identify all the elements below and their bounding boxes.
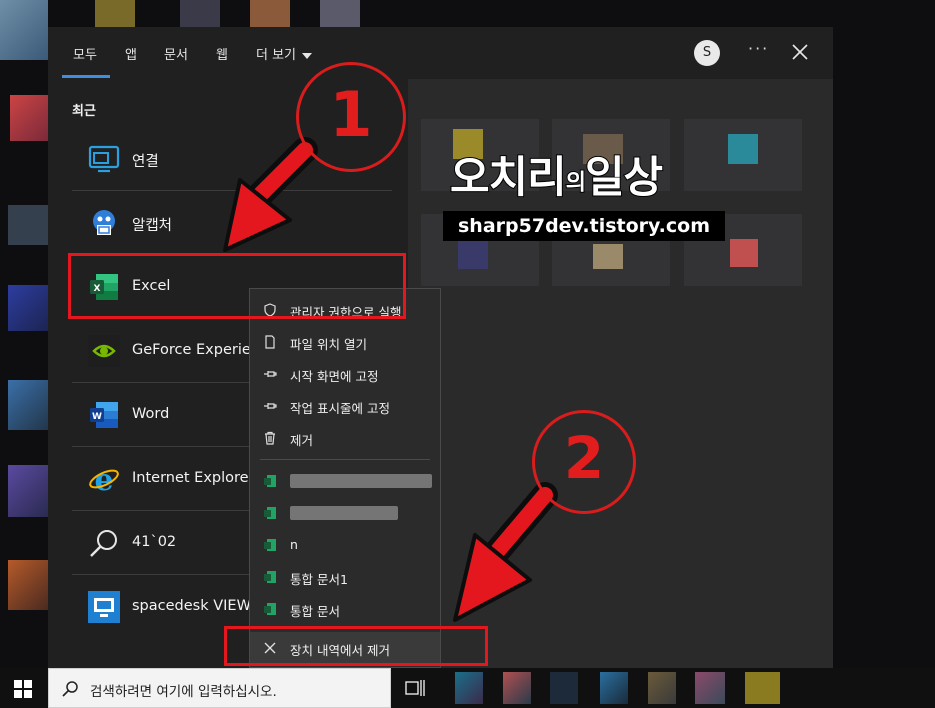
watermark-url: sharp57dev.tistory.com <box>443 211 725 241</box>
annotation-arrow-1 <box>223 137 318 252</box>
watermark-title-b: 의 <box>565 170 587 197</box>
annotation-arrows <box>223 137 558 622</box>
watermark-title-c: 일상 <box>584 152 664 204</box>
watermark-title: 오치리의일상 <box>449 143 664 205</box>
watermark-title-a: 오치리 <box>449 152 568 204</box>
step-1-number: 1 <box>329 78 373 151</box>
step-2-number: 2 <box>563 424 605 492</box>
annotation-arrow-2 <box>453 482 558 622</box>
